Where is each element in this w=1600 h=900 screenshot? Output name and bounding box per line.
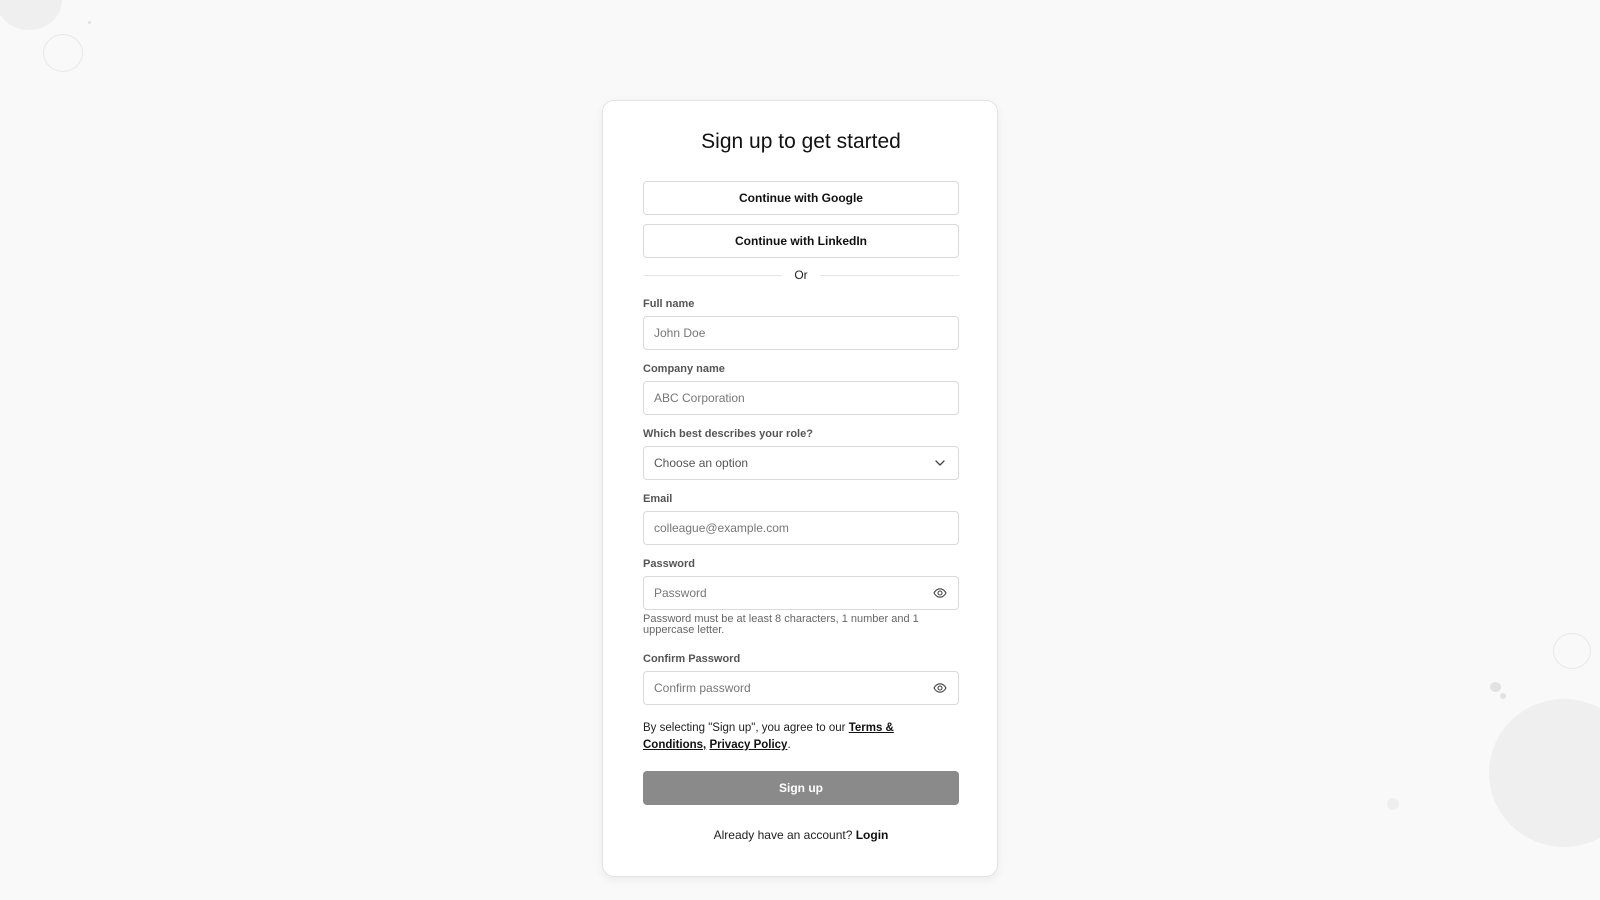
decorative-circle xyxy=(0,0,62,30)
eye-icon[interactable] xyxy=(932,680,948,696)
confirm-password-input[interactable] xyxy=(654,681,932,695)
company-name-label: Company name xyxy=(643,363,725,375)
full-name-input[interactable] xyxy=(654,326,948,340)
divider-line xyxy=(643,274,783,276)
or-divider: Or xyxy=(643,268,959,282)
signup-card: Sign up to get started Continue with Goo… xyxy=(602,100,998,877)
decorative-ring xyxy=(1553,633,1591,669)
decorative-dot xyxy=(1500,693,1506,699)
sign-up-button[interactable]: Sign up xyxy=(643,771,959,805)
role-label: Which best describes your role? xyxy=(643,428,813,440)
privacy-policy-link[interactable]: Privacy Policy xyxy=(709,739,787,751)
confirm-password-label: Confirm Password xyxy=(643,653,741,665)
role-select-value: Choose an option xyxy=(654,456,749,470)
decorative-dot xyxy=(88,21,91,24)
full-name-label: Full name xyxy=(643,298,695,310)
email-input[interactable] xyxy=(654,521,948,535)
decorative-dot xyxy=(1490,682,1501,692)
email-label: Email xyxy=(643,493,673,505)
full-name-field-wrapper xyxy=(643,316,959,350)
continue-with-google-button[interactable]: Continue with Google xyxy=(643,181,959,215)
terms-notice: By selecting "Sign up", you agree to our… xyxy=(643,720,959,754)
divider-text: Or xyxy=(794,268,808,282)
page-title: Sign up to get started xyxy=(701,130,901,153)
login-prompt-text: Already have an account? xyxy=(713,828,856,842)
email-field-wrapper xyxy=(643,511,959,545)
password-hint: Password must be at least 8 characters, … xyxy=(643,613,919,636)
company-name-field-wrapper xyxy=(643,381,959,415)
continue-with-linkedin-button[interactable]: Continue with LinkedIn xyxy=(643,224,959,258)
password-input[interactable] xyxy=(654,586,932,600)
password-label: Password xyxy=(643,558,695,570)
decorative-circle xyxy=(1489,699,1600,847)
decorative-ring xyxy=(43,34,83,72)
terms-suffix: . xyxy=(787,739,791,751)
chevron-down-icon xyxy=(932,455,948,471)
company-name-input[interactable] xyxy=(654,391,948,405)
eye-icon[interactable] xyxy=(932,585,948,601)
decorative-dot xyxy=(1387,798,1399,810)
divider-line xyxy=(819,274,959,276)
login-link[interactable]: Login xyxy=(856,828,889,842)
role-select[interactable]: Choose an option xyxy=(643,446,959,480)
confirm-password-field-wrapper xyxy=(643,671,959,705)
login-prompt: Already have an account? Login xyxy=(603,828,999,842)
terms-prefix: By selecting "Sign up", you agree to our xyxy=(643,722,849,734)
password-field-wrapper xyxy=(643,576,959,610)
